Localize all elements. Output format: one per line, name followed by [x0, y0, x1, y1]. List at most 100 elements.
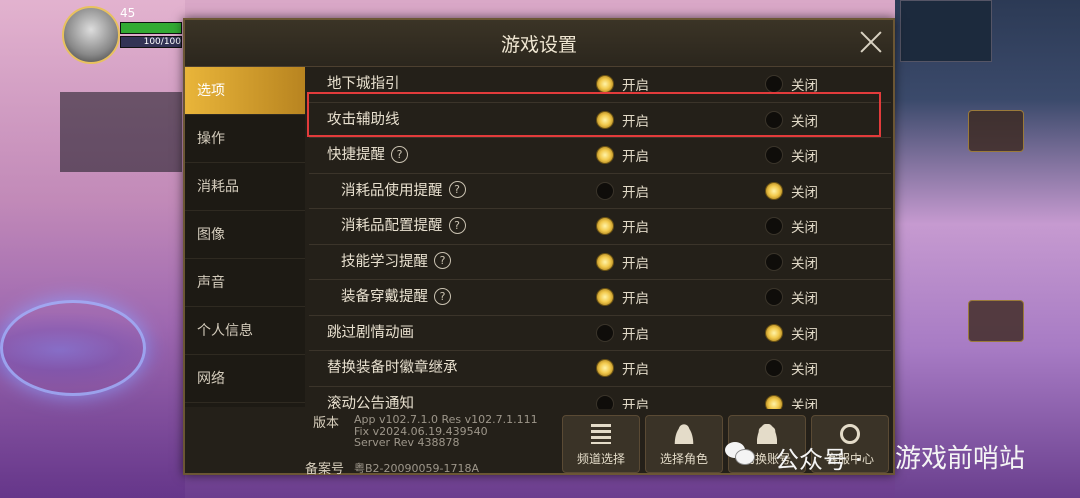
setting-label: 地下城指引: [327, 67, 400, 101]
radio-label: 关闭: [791, 326, 818, 343]
setting-row: 技能学习提醒? 开启 关闭: [309, 245, 891, 280]
setting-row: 快捷提醒? 开启 关闭: [309, 138, 891, 174]
setting-row: 消耗品配置提醒? 开启 关闭: [309, 209, 891, 245]
radio-label: 关闭: [791, 78, 818, 94]
radio-dot[interactable]: [765, 75, 783, 93]
setting-label-text: 消耗品使用提醒: [341, 182, 443, 199]
mp-bar: 100/100: [120, 36, 182, 48]
setting-label-text: 替换装备时徽章继承: [327, 360, 458, 376]
setting-label-text: 攻击辅助线: [327, 111, 400, 128]
radio-label: 开启: [622, 78, 649, 94]
radio-label: 开启: [622, 220, 649, 236]
settings-sidebar: 选项 操作 消耗品 图像 声音 个人信息 网络: [185, 67, 305, 407]
help-icon[interactable]: ?: [434, 252, 451, 269]
radio-dot[interactable]: [596, 181, 614, 200]
version-line: App v102.7.1.0 Res v102.7.1.111: [354, 413, 538, 426]
person-icon: [674, 424, 694, 444]
tab-sound[interactable]: 声音: [185, 259, 305, 307]
tab-controls[interactable]: 操作: [185, 115, 305, 163]
radio-label: 开启: [622, 255, 649, 272]
setting-label: 跳过剧情动画: [327, 316, 414, 350]
radio-dot[interactable]: [596, 252, 614, 271]
menu-icon: [591, 424, 611, 444]
radio-dot[interactable]: [596, 359, 614, 377]
help-icon[interactable]: ?: [448, 216, 466, 234]
side-menu-button[interactable]: [968, 110, 1024, 152]
help-icon[interactable]: ?: [448, 181, 466, 198]
help-icon[interactable]: ?: [391, 145, 408, 163]
radio-label: 开启: [622, 149, 649, 165]
setting-row: 攻击辅助线 开启 关闭: [309, 103, 891, 138]
setting-row: 替换装备时徽章继承 开启 关闭: [309, 351, 891, 387]
radio-dot[interactable]: [765, 181, 783, 200]
tab-options[interactable]: 选项: [185, 67, 305, 115]
game-background-right: [895, 0, 1080, 498]
quest-tracker[interactable]: [60, 92, 182, 172]
setting-label-text: 消耗品配置提醒: [341, 218, 443, 234]
radio-label: 开启: [622, 291, 649, 307]
version-label: 版本: [313, 416, 340, 431]
radio-dot[interactable]: [765, 146, 783, 164]
setting-row: 消耗品使用提醒? 开启 关闭: [309, 174, 891, 209]
radio-label: 开启: [622, 184, 649, 201]
version-info: App v102.7.1.0 Res v102.7.1.111 Fix v202…: [354, 414, 564, 449]
watermark-brand: 游戏前哨站: [895, 444, 1026, 474]
setting-row: 跳过剧情动画 开启 关闭: [309, 316, 891, 351]
setting-label: 消耗品配置提醒?: [341, 209, 466, 243]
radio-label: 关闭: [791, 255, 818, 272]
radio-dot[interactable]: [596, 394, 614, 409]
tab-graphics[interactable]: 图像: [185, 211, 305, 259]
radio-dot[interactable]: [765, 394, 783, 409]
setting-label-text: 地下城指引: [327, 76, 400, 92]
wechat-logo-icon: [725, 440, 755, 466]
close-icon[interactable]: [859, 30, 883, 54]
setting-label-text: 快捷提醒: [327, 147, 385, 163]
minimap[interactable]: [900, 0, 992, 62]
radio-dot[interactable]: [596, 217, 614, 235]
tab-profile[interactable]: 个人信息: [185, 307, 305, 355]
radio-dot[interactable]: [596, 288, 614, 306]
radio-dot[interactable]: [596, 323, 614, 342]
setting-label: 技能学习提醒?: [341, 245, 451, 279]
setting-label: 消耗品使用提醒?: [341, 174, 466, 208]
help-icon[interactable]: ?: [434, 287, 451, 305]
setting-label: 攻击辅助线: [327, 103, 400, 137]
beian-label: 备案号: [305, 462, 345, 477]
setting-label: 装备穿戴提醒?: [341, 280, 451, 314]
version-line: Server Rev 438878: [354, 436, 460, 449]
button-label: 频道选择: [576, 452, 625, 466]
setting-label: 快捷提醒?: [327, 138, 408, 172]
watermark-text: 公众号 ·: [775, 446, 863, 474]
game-background-left: [0, 0, 185, 498]
radio-label: 开启: [622, 362, 649, 378]
beian-value: 粤B2-20090059-1718A: [354, 462, 479, 475]
dialog-titlebar: 游戏设置: [185, 20, 893, 67]
radio-dot[interactable]: [765, 288, 783, 306]
side-menu-button[interactable]: [968, 300, 1024, 342]
magic-circle-effect: [0, 300, 146, 396]
tab-network[interactable]: 网络: [185, 355, 305, 403]
setting-row: 滚动公告通知 开启 关闭: [309, 387, 891, 410]
radio-dot[interactable]: [596, 110, 614, 129]
radio-dot[interactable]: [596, 146, 614, 164]
setting-label-text: 技能学习提醒: [341, 253, 428, 270]
channel-select-button[interactable]: 频道选择: [562, 415, 640, 473]
radio-dot[interactable]: [765, 252, 783, 271]
radio-dot[interactable]: [765, 359, 783, 377]
setting-label-text: 滚动公告通知: [327, 395, 414, 410]
settings-dialog: 游戏设置 选项 操作 消耗品 图像 声音 个人信息 网络 地下城指引 开启 关闭 攻击…: [183, 18, 895, 477]
radio-label: 开启: [622, 397, 649, 410]
tab-consumables[interactable]: 消耗品: [185, 163, 305, 211]
radio-dot[interactable]: [765, 323, 783, 342]
player-avatar[interactable]: [62, 6, 120, 64]
radio-label: 开启: [622, 326, 649, 343]
settings-list[interactable]: 地下城指引 开启 关闭 攻击辅助线 开启 关闭 快捷提醒? 开启 关闭 消耗品使用提醒? 开启 关闭消…: [309, 67, 891, 409]
setting-label: 替换装备时徽章继承: [327, 351, 458, 385]
radio-dot[interactable]: [596, 75, 614, 93]
radio-dot[interactable]: [765, 110, 783, 129]
radio-dot[interactable]: [765, 217, 783, 235]
button-label: 选择角色: [659, 452, 708, 466]
setting-label-text: 装备穿戴提醒: [341, 289, 428, 305]
group-icon: [757, 424, 777, 444]
select-character-button[interactable]: 选择角色: [645, 415, 723, 473]
